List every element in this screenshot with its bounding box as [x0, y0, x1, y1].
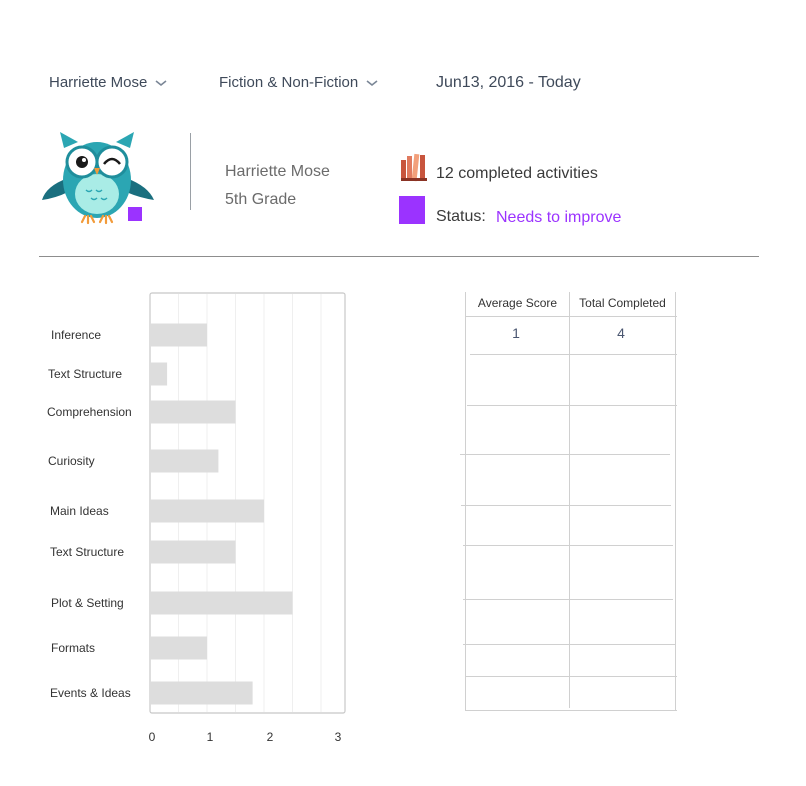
chart-bar — [150, 540, 236, 564]
chart-category-label: Text Structure — [50, 545, 124, 559]
table-header-rule — [465, 316, 677, 317]
table-cell-total-completed: 4 — [617, 325, 625, 341]
table-row-rule — [463, 599, 673, 600]
table-row-rule — [467, 405, 677, 406]
chart-category-label: Main Ideas — [50, 504, 109, 518]
chart-category-label: Comprehension — [47, 405, 132, 419]
table-header-average-score: Average Score — [477, 296, 558, 310]
chart-bar — [150, 400, 236, 424]
chart-category-label: Events & Ideas — [50, 686, 131, 700]
chart-x-tick-label: 1 — [207, 730, 214, 744]
table-border-bottom — [465, 710, 677, 711]
chart-bar — [150, 636, 207, 660]
chart-bar — [150, 499, 264, 523]
chart-category-label: Formats — [51, 641, 95, 655]
table-row-rule — [470, 354, 677, 355]
chart-bar — [150, 323, 207, 347]
table-row-rule — [463, 644, 675, 645]
chart-category-label: Inference — [51, 328, 101, 342]
skills-bar-chart: Inference Text Structure Comprehension Curi… — [47, 292, 346, 744]
chart-x-tick-label: 0 — [149, 730, 156, 744]
table-row-rule — [460, 454, 670, 455]
table-cell-average-score: 1 — [512, 325, 520, 341]
chart-bar — [150, 591, 293, 615]
chart-x-tick-label: 3 — [335, 730, 342, 744]
chart-bar — [150, 362, 168, 386]
table-border-left — [465, 292, 466, 711]
chart-category-label: Text Structure — [48, 367, 122, 381]
chart-x-tick-label: 2 — [267, 730, 274, 744]
table-row-rule — [461, 505, 671, 506]
table-header-total-completed: Total Completed — [579, 296, 666, 310]
chart-category-label: Curiosity — [48, 454, 95, 468]
chart-bar — [150, 449, 219, 473]
chart-category-label: Plot & Setting — [51, 596, 124, 610]
table-row-rule — [463, 545, 673, 546]
chart-bar — [150, 681, 253, 705]
table-row-rule — [465, 676, 677, 677]
